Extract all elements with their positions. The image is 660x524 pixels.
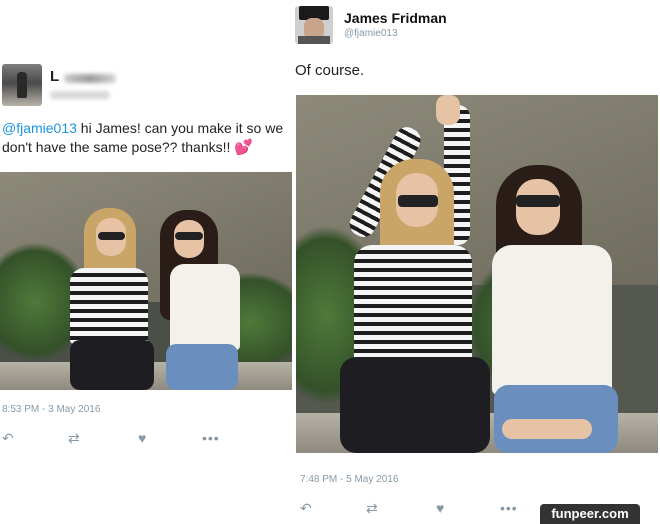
left-name-redaction — [64, 74, 116, 83]
hearts-emoji: 💕 — [234, 139, 253, 156]
more-icon[interactable]: ••• — [202, 430, 220, 446]
left-avatar[interactable] — [2, 64, 42, 106]
heart-icon[interactable]: ♥ — [138, 430, 146, 446]
right-tweet-photo[interactable] — [296, 95, 658, 453]
right-action-bar: ↶ ⇄ ♥ ••• — [300, 500, 530, 516]
retweet-icon[interactable]: ⇄ — [68, 430, 80, 446]
black-pants — [70, 340, 154, 390]
left-tweet-photo[interactable] — [0, 172, 292, 390]
white-blouse — [170, 264, 240, 350]
reply-icon[interactable]: ↶ — [2, 430, 14, 446]
striped-shirt — [70, 268, 148, 344]
heart-icon[interactable]: ♥ — [436, 500, 444, 516]
left-tweet-text: @fjamie013 hi James! can you make it so … — [2, 119, 292, 157]
sunglasses — [398, 195, 438, 207]
sunglasses — [175, 232, 203, 240]
more-icon[interactable]: ••• — [500, 500, 518, 516]
watermark-badge: funpeer.com — [540, 504, 640, 524]
left-user-name[interactable]: L — [50, 68, 60, 85]
mention-link[interactable]: @fjamie013 — [2, 120, 77, 136]
right-tweet-text: Of course. — [295, 62, 365, 79]
reply-icon[interactable]: ↶ — [300, 500, 312, 516]
right-timestamp[interactable]: 7:48 PM - 5 May 2016 — [300, 474, 398, 485]
avatar-shirt — [298, 36, 330, 44]
striped-shirt — [354, 245, 472, 365]
crossed-hands — [502, 419, 592, 439]
girl-face — [516, 179, 560, 235]
left-action-bar: ↶ ⇄ ♥ ••• — [2, 430, 232, 446]
jeans — [166, 344, 238, 390]
black-pants — [340, 357, 490, 453]
white-blouse — [492, 245, 612, 395]
right-user-handle[interactable]: @fjamie013 — [344, 28, 398, 39]
avatar-figure — [17, 72, 27, 98]
left-timestamp[interactable]: 8:53 PM - 3 May 2016 — [2, 404, 100, 415]
hands — [436, 95, 460, 125]
sunglasses — [98, 232, 125, 240]
right-user-name[interactable]: James Fridman — [344, 10, 447, 26]
left-handle-redaction — [50, 91, 110, 99]
sunglasses — [516, 195, 560, 207]
retweet-icon[interactable]: ⇄ — [366, 500, 378, 516]
right-avatar[interactable] — [295, 6, 333, 44]
